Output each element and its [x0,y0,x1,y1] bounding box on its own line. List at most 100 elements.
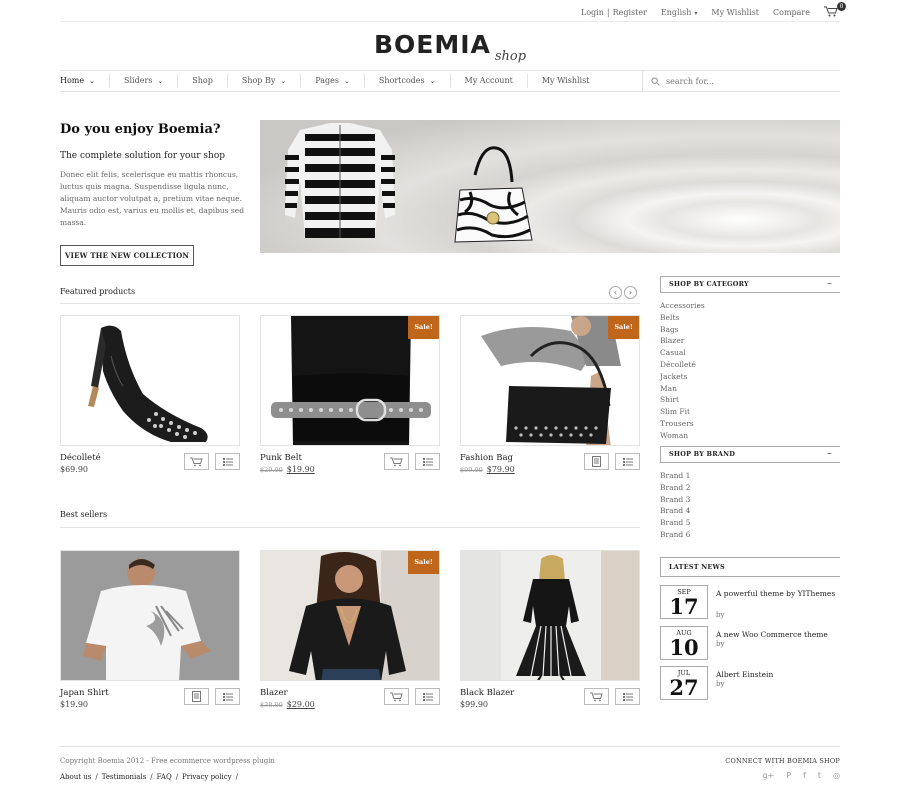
view-collection-button[interactable]: VIEW THE NEW COLLECTION [60,245,194,266]
news-item[interactable]: AUG 10 A new Woo Commerce theme by [660,626,840,662]
footer-link-separator: / [95,773,98,781]
category-widget-header[interactable]: SHOP BY CATEGORY – [660,276,840,293]
product-card[interactable]: Black Blazer $99.90 [460,550,640,710]
news-day: 27 [669,675,699,700]
footer-link-privacy[interactable]: Privacy policy [182,773,232,781]
brand-widget-header[interactable]: SHOP BY BRAND – [660,446,840,463]
chevron-down-icon: ▾ [694,9,698,17]
nav-label: Shortcodes [378,76,425,85]
chevron-right-icon[interactable]: › [624,286,637,299]
current-price: $79.90 [486,465,515,474]
brand-link[interactable]: Brand 2 [660,482,690,494]
product-image[interactable] [60,315,240,446]
twitter-icon[interactable]: t [818,771,821,780]
connect-label: CONNECT WITH BOEMIA SHOP [725,757,840,765]
category-link[interactable]: Casual [660,347,705,359]
product-image[interactable]: Sale! [460,315,640,446]
facebook-icon[interactable]: f [803,771,806,780]
news-item[interactable]: JUL 27 Albert Einstein by [660,666,840,702]
category-link[interactable]: Woman [660,430,705,442]
nav-item-my-account[interactable]: My Account [451,74,528,88]
category-link[interactable]: Jackets [660,371,705,383]
category-link[interactable]: Bags [660,324,705,336]
black-blazer-graphic [461,551,639,680]
add-to-cart-button[interactable] [584,688,609,705]
product-image[interactable] [460,550,640,681]
add-to-cart-button[interactable] [384,453,409,470]
product-image[interactable]: Sale! [260,550,440,681]
details-button[interactable] [415,453,440,470]
news-title[interactable]: A powerful theme by YIThemes [716,588,840,600]
nav-item-shop[interactable]: Shop [178,74,228,88]
brand-link[interactable]: Brand 5 [660,517,690,529]
nav-item-pages[interactable]: Pages ⌄ [301,74,365,88]
details-button[interactable] [615,453,640,470]
read-more-button[interactable] [184,688,209,705]
nav-item-sliders[interactable]: Sliders ⌄ [110,74,179,88]
product-name[interactable]: Décolleté [60,453,101,463]
cart-button[interactable]: 0 [824,2,846,18]
news-title[interactable]: A new Woo Commerce theme [716,629,840,641]
wishlist-link[interactable]: My Wishlist [711,8,759,17]
compare-link[interactable]: Compare [773,8,810,17]
nav-item-shortcodes[interactable]: Shortcodes ⌄ [365,74,451,88]
product-card[interactable]: Décolleté $69.90 [60,315,240,475]
product-card[interactable]: Sale! Punk Belt $29.90 $19.90 [260,315,440,475]
add-to-cart-button[interactable] [384,688,409,705]
old-price: $38.00 [260,701,283,709]
collapse-icon[interactable]: – [827,277,832,292]
category-link[interactable]: Trousers [660,418,705,430]
category-link[interactable]: Accessories [660,300,705,312]
nav-item-home[interactable]: Home ⌄ [60,74,110,88]
instagram-icon[interactable]: ◎ [833,771,840,780]
product-image[interactable]: Sale! [260,315,440,446]
category-link[interactable]: Belts [660,312,705,324]
nav-item-my-wishlist[interactable]: My Wishlist [528,74,604,88]
read-more-button[interactable] [584,453,609,470]
search-input[interactable] [666,76,816,86]
brand-link[interactable]: Brand 3 [660,494,690,506]
details-button[interactable] [415,688,440,705]
category-link[interactable]: Man [660,383,705,395]
news-title[interactable]: Albert Einstein [716,669,840,681]
add-to-cart-button[interactable] [184,453,209,470]
old-price: $29.90 [260,466,283,474]
news-byline: by [716,640,725,648]
product-name[interactable]: Blazer [260,688,288,698]
footer-link-faq[interactable]: FAQ [157,773,172,781]
collapse-icon[interactable]: – [827,447,832,462]
brand-link[interactable]: Brand 6 [660,529,690,541]
brand-link[interactable]: Brand 4 [660,505,690,517]
language-selector[interactable]: English ▾ [661,8,698,17]
product-name[interactable]: Black Blazer [460,688,514,698]
category-link[interactable]: Shirt [660,394,705,406]
login-link[interactable]: Login [581,8,604,17]
product-card[interactable]: Japan Shirt $19.90 [60,550,240,710]
category-link[interactable]: Blazer [660,335,705,347]
news-item[interactable]: SEP 17 A powerful theme by YIThemes by [660,585,840,621]
search-icon[interactable] [651,76,660,86]
product-card[interactable]: Sale! Blazer $38.00 $29.00 [260,550,440,710]
product-name[interactable]: Punk Belt [260,453,302,463]
news-widget-header: LATEST NEWS [660,557,840,577]
product-image[interactable] [60,550,240,681]
product-card[interactable]: Sale! Fashion Bag $99.90 $79.90 [460,315,640,475]
pinterest-icon[interactable]: P [786,771,791,780]
product-name[interactable]: Fashion Bag [460,453,513,463]
details-button[interactable] [215,453,240,470]
footer-link-testimonials[interactable]: Testimonials [102,773,147,781]
details-button[interactable] [615,688,640,705]
category-link[interactable]: Slim Fit [660,406,705,418]
chevron-left-icon[interactable]: ‹ [609,286,622,299]
details-button[interactable] [215,688,240,705]
site-logo[interactable]: BOEMIA shop [0,30,900,64]
register-link[interactable]: Register [613,8,647,17]
list-icon [422,692,433,701]
nav-item-shop-by[interactable]: Shop By ⌄ [228,74,302,88]
google-plus-icon[interactable]: g+ [762,771,774,780]
footer-link-about[interactable]: About us [60,773,91,781]
hero-banner-image[interactable] [260,120,840,253]
brand-link[interactable]: Brand 1 [660,470,690,482]
product-name[interactable]: Japan Shirt [60,688,109,698]
category-link[interactable]: Décolleté [660,359,705,371]
